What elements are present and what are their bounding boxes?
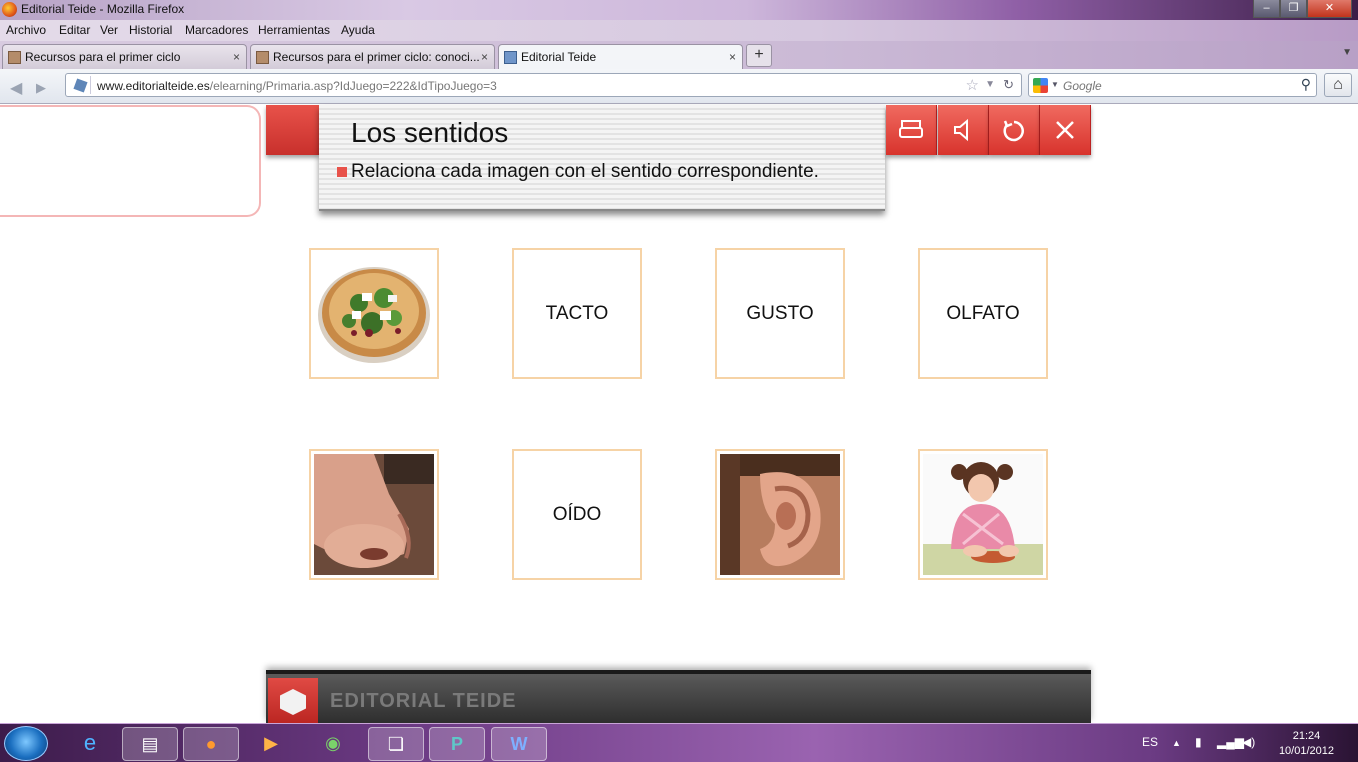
menu-ver[interactable]: Ver <box>100 23 118 37</box>
close-icon <box>1056 121 1074 139</box>
publisher-icon[interactable]: P <box>429 727 485 761</box>
search-engine-dropdown-icon[interactable]: ▼ <box>1051 80 1059 89</box>
tab-close-icon[interactable]: × <box>729 50 736 64</box>
new-tab-button[interactable]: + <box>746 44 772 67</box>
menu-herramientas[interactable]: Herramientas <box>258 23 330 37</box>
sound-button[interactable] <box>938 105 989 155</box>
restart-button[interactable] <box>989 105 1040 155</box>
menu-bar: Archivo Editar Ver Historial Marcadores … <box>0 20 1358 41</box>
battery-icon[interactable]: ▮ <box>1195 735 1202 749</box>
teide-logo[interactable] <box>268 678 318 727</box>
network-signal-icon[interactable]: ▂▄▆ <box>1217 735 1244 749</box>
tab-label: Editorial Teide <box>521 50 597 64</box>
firefox-taskbar-icon[interactable]: ● <box>183 727 239 761</box>
navigation-bar: ◀ ▶ www.editorialteide.es/elearning/Prim… <box>0 69 1358 104</box>
documents-icon[interactable]: ❏ <box>368 727 424 761</box>
game-header: Los sentidos Relaciona cada imagen con e… <box>319 105 885 211</box>
menu-editar[interactable]: Editar <box>59 23 90 37</box>
restart-icon <box>1003 120 1024 142</box>
card-nose-image[interactable] <box>309 449 439 580</box>
tab-close-icon[interactable]: × <box>233 50 240 64</box>
window-titlebar: Editorial Teide - Mozilla Firefox – ❐ ✕ <box>0 0 1358 20</box>
forward-arrow-icon[interactable]: ▶ <box>36 80 46 96</box>
reload-icon[interactable]: ↻ <box>1003 77 1014 93</box>
page-content: Los sentidos Relaciona cada imagen con e… <box>0 105 1358 727</box>
card-tacto[interactable]: TACTO <box>512 248 642 379</box>
card-gusto[interactable]: GUSTO <box>715 248 845 379</box>
menu-archivo[interactable]: Archivo <box>6 23 46 37</box>
explorer-folder-icon[interactable]: ▤ <box>122 727 178 761</box>
tab-label: Recursos para el primer ciclo <box>25 50 181 64</box>
cube-icon <box>280 689 306 715</box>
menu-marcadores[interactable]: Marcadores <box>185 23 248 37</box>
window-close-button[interactable]: ✕ <box>1307 0 1352 18</box>
search-placeholder: Google <box>1063 79 1102 93</box>
maximize-button[interactable]: ❐ <box>1280 0 1307 18</box>
clock-date: 10/01/2012 <box>1278 745 1334 757</box>
page-favicon-icon <box>8 51 21 64</box>
firefox-icon <box>2 2 17 17</box>
chrome-icon[interactable]: ◉ <box>305 727 361 761</box>
card-salad-image[interactable] <box>309 248 439 379</box>
score-panel <box>0 105 261 217</box>
windows-taskbar: e ▤ ● ▶ ◉ ❏ P W ES ▲ ▮ ▂▄▆ ◀) 21:24 10/0… <box>0 723 1358 762</box>
search-input[interactable]: ▼ Google ⚲ <box>1028 73 1317 97</box>
menu-ayuda[interactable]: Ayuda <box>341 23 375 37</box>
tab-editorial-teide[interactable]: Editorial Teide × <box>498 44 743 69</box>
tray-expand-icon[interactable]: ▲ <box>1172 738 1181 748</box>
salad-plate-image <box>314 253 434 374</box>
start-button[interactable] <box>4 726 48 761</box>
tab-recursos-2[interactable]: Recursos para el primer ciclo: conoci...… <box>250 44 495 69</box>
editorial-footer: EDITORIAL TEIDE <box>266 670 1091 727</box>
media-player-icon[interactable]: ▶ <box>243 727 299 761</box>
instruction-bullet <box>337 167 347 177</box>
close-game-button[interactable] <box>1040 105 1091 155</box>
card-oido[interactable]: OÍDO <box>512 449 642 580</box>
header-accent-block <box>266 105 319 155</box>
nose-image <box>314 454 434 575</box>
card-label: TACTO <box>545 302 609 324</box>
minimize-button[interactable]: – <box>1253 0 1280 18</box>
volume-icon[interactable]: ◀) <box>1242 735 1255 749</box>
card-ear-image[interactable] <box>715 449 845 580</box>
card-label: GUSTO <box>746 302 814 324</box>
search-icon[interactable]: ⚲ <box>1301 76 1311 93</box>
home-icon[interactable]: ⌂ <box>1324 73 1352 97</box>
site-identity-icon[interactable] <box>71 76 91 94</box>
word-icon[interactable]: W <box>491 727 547 761</box>
tab-recursos-1[interactable]: Recursos para el primer ciclo × <box>2 44 247 69</box>
url-field[interactable]: www.editorialteide.es/elearning/Primaria… <box>65 73 1022 97</box>
menu-historial[interactable]: Historial <box>129 23 172 37</box>
page-favicon-icon <box>256 51 269 64</box>
card-label: OÍDO <box>552 503 602 525</box>
tab-list-chevron-icon[interactable]: ▼ <box>1342 47 1352 58</box>
instruction-text: Relaciona cada imagen con el sentido cor… <box>351 161 819 182</box>
bookmark-star-icon[interactable]: ☆ <box>966 76 979 94</box>
print-button[interactable] <box>886 105 937 155</box>
page-title: Los sentidos <box>351 117 509 148</box>
url-domain: www.editorialteide.es <box>97 79 210 93</box>
back-arrow-icon[interactable]: ◀ <box>10 78 22 98</box>
tab-label: Recursos para el primer ciclo: conoci... <box>273 50 480 64</box>
ear-image <box>720 454 840 575</box>
language-indicator[interactable]: ES <box>1142 735 1158 749</box>
card-olfato[interactable]: OLFATO <box>918 248 1048 379</box>
card-girl-image[interactable] <box>918 449 1048 580</box>
tab-close-icon[interactable]: × <box>481 50 488 64</box>
teide-favicon-icon <box>504 51 517 64</box>
card-label: OLFATO <box>946 302 1020 324</box>
window-title: Editorial Teide - Mozilla Firefox <box>21 2 185 16</box>
printer-icon <box>899 120 923 138</box>
clock-time: 21:24 <box>1292 730 1321 742</box>
girl-playdough-image <box>923 454 1043 575</box>
internet-explorer-icon[interactable]: e <box>62 727 118 761</box>
history-dropdown-icon[interactable]: ▼ <box>985 79 995 90</box>
footer-brand: EDITORIAL TEIDE <box>330 690 517 712</box>
url-path: /elearning/Primaria.asp?IdJuego=222&IdTi… <box>209 79 497 93</box>
speaker-icon <box>954 118 968 142</box>
tab-bar: Recursos para el primer ciclo × Recursos… <box>0 41 1358 69</box>
google-icon[interactable] <box>1033 78 1048 93</box>
clock[interactable]: 21:24 10/01/2012 <box>1279 729 1334 759</box>
